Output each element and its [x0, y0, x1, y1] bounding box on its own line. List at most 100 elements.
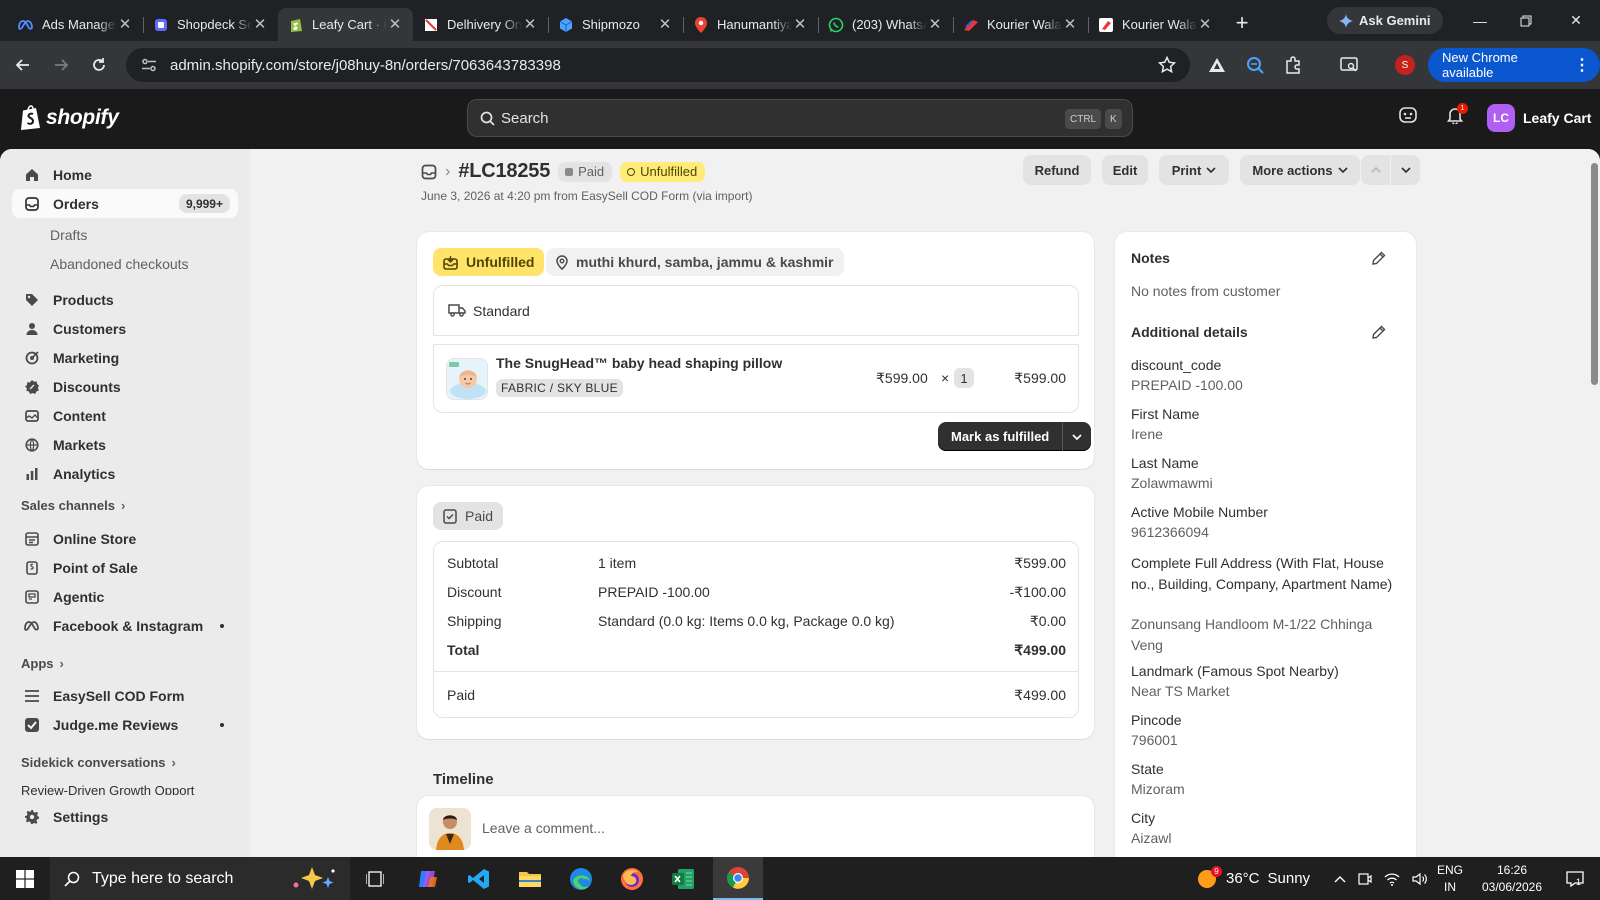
sidebar-item-home[interactable]: Home	[12, 160, 238, 189]
orders-breadcrumb-icon[interactable]	[421, 164, 437, 180]
page-scrollbar[interactable]	[1588, 149, 1600, 857]
next-order-button[interactable]	[1391, 155, 1420, 185]
line-item-row[interactable]: The SnugHead™ baby head shaping pillow F…	[433, 344, 1079, 413]
sidekick-chat-icon[interactable]	[1399, 106, 1417, 124]
address-bar[interactable]: admin.shopify.com/store/j08huy-8n/orders…	[126, 48, 1190, 82]
browser-tab[interactable]: Kourier Wala ✕	[953, 8, 1088, 41]
detail-label: Pincode	[1131, 712, 1182, 728]
close-icon[interactable]: ✕	[117, 16, 133, 33]
shopify-logo[interactable]: shopify	[20, 105, 119, 130]
new-chrome-available-button[interactable]: New Chrome available ⋮	[1428, 48, 1600, 82]
extensions-puzzle-icon[interactable]	[1277, 49, 1309, 81]
edit-notes-pencil-icon[interactable]	[1372, 251, 1386, 265]
restore-button[interactable]	[1503, 0, 1549, 41]
windows-start-button[interactable]	[0, 857, 50, 900]
close-icon[interactable]: ✕	[927, 16, 943, 33]
weather-widget[interactable]: 9 36°C Sunny	[1196, 857, 1310, 900]
sidebar-item-point-of-sale[interactable]: Point of Sale	[12, 553, 238, 582]
sidebar-item-discounts[interactable]: Discounts	[12, 372, 238, 401]
browser-tab[interactable]: Shipmozo ✕	[548, 8, 683, 41]
taskbar-search-box[interactable]: Type here to search	[50, 857, 350, 900]
sidebar-item-drafts[interactable]: Drafts	[50, 227, 87, 243]
refund-button[interactable]: Refund	[1023, 155, 1091, 185]
close-icon[interactable]: ✕	[1062, 16, 1078, 33]
chrome-profile-avatar[interactable]: S	[1395, 55, 1415, 75]
sidebar-item-easysell[interactable]: EasySell COD Form	[12, 681, 238, 710]
bookmark-star-icon[interactable]	[1158, 56, 1176, 74]
sidebar-item-analytics[interactable]: Analytics	[12, 459, 238, 488]
ask-gemini-button[interactable]: Ask Gemini	[1327, 7, 1443, 34]
firefox-browser-icon[interactable]	[608, 857, 656, 900]
sidekick-conversation-item[interactable]: Review-Driven Growth Opport	[21, 783, 231, 795]
minimize-button[interactable]: —	[1457, 0, 1503, 41]
paid-label: Paid	[465, 508, 494, 524]
sidebar-item-customers[interactable]: Customers	[12, 314, 238, 343]
sidekick-conversations-section[interactable]: Sidekick conversations ›	[21, 755, 176, 770]
sidebar-item-products[interactable]: Products	[12, 285, 238, 314]
close-icon[interactable]: ✕	[792, 16, 808, 33]
browser-tab[interactable]: Delhivery One ✕	[413, 8, 548, 41]
tab-search-icon[interactable]	[1333, 49, 1365, 81]
browser-tab[interactable]: (203) WhatsApp ✕	[818, 8, 953, 41]
volume-icon[interactable]	[1412, 872, 1428, 886]
new-tab-button[interactable]: +	[1227, 10, 1257, 36]
sidebar-item-agentic[interactable]: Agentic	[12, 582, 238, 611]
file-explorer-icon[interactable]	[506, 857, 554, 900]
browser-tab-active[interactable]: Leafy Cart · Order ✕	[278, 8, 413, 41]
detail-value: 796001	[1131, 732, 1178, 748]
close-window-button[interactable]: ✕	[1553, 0, 1599, 41]
apps-section[interactable]: Apps ›	[21, 656, 64, 671]
copilot-app-icon[interactable]	[404, 857, 452, 900]
more-actions-button[interactable]: More actions	[1240, 155, 1360, 185]
print-button[interactable]: Print	[1159, 155, 1229, 185]
close-icon[interactable]: ✕	[657, 16, 673, 33]
fulfill-options-button[interactable]	[1063, 433, 1091, 440]
sidebar-item-settings[interactable]: Settings	[12, 802, 238, 831]
task-view-icon[interactable]	[351, 857, 399, 900]
sidebar-item-facebook-instagram[interactable]: Facebook & Instagram	[12, 611, 238, 640]
mark-as-fulfilled-button[interactable]: Mark as fulfilled	[938, 422, 1064, 451]
forward-button[interactable]	[44, 48, 78, 82]
browser-tab[interactable]: Hanumantiya ✕	[683, 8, 818, 41]
scrollbar-thumb[interactable]	[1591, 163, 1598, 385]
chevron-up-icon[interactable]	[1334, 875, 1346, 883]
delhivery-icon	[423, 17, 439, 33]
close-icon[interactable]: ✕	[252, 16, 268, 33]
product-thumbnail[interactable]	[446, 358, 488, 400]
sidebar-item-markets[interactable]: Markets	[12, 430, 238, 459]
sidebar-item-online-store[interactable]: Online Store	[12, 524, 238, 553]
site-info-icon[interactable]	[134, 58, 164, 72]
close-icon[interactable]: ✕	[522, 16, 538, 33]
product-title-link[interactable]: The SnugHead™ baby head shaping pillow	[496, 355, 782, 371]
chrome-browser-icon[interactable]	[713, 857, 763, 900]
meet-now-icon[interactable]	[1358, 872, 1372, 886]
reload-button[interactable]	[82, 48, 116, 82]
sidebar-item-content[interactable]: Content	[12, 401, 238, 430]
sidebar-item-abandoned-checkouts[interactable]: Abandoned checkouts	[50, 256, 189, 272]
vscode-app-icon[interactable]	[455, 857, 503, 900]
comment-input[interactable]: Leave a comment...	[482, 820, 605, 836]
notification-center-button[interactable]: 1	[1556, 857, 1594, 900]
close-icon[interactable]: ✕	[387, 16, 403, 33]
admin-search-input[interactable]: Search CTRL K	[467, 99, 1133, 137]
sidebar-item-orders[interactable]: Orders 9,999+	[12, 189, 238, 218]
edit-button[interactable]: Edit	[1102, 155, 1148, 185]
sales-channels-section[interactable]: Sales channels ›	[21, 498, 125, 513]
previous-order-button[interactable]	[1361, 155, 1390, 185]
close-icon[interactable]: ✕	[1197, 16, 1213, 33]
extension-search-icon[interactable]	[1239, 49, 1271, 81]
extension-triangle-icon[interactable]	[1201, 49, 1233, 81]
sidebar-item-marketing[interactable]: Marketing	[12, 343, 238, 372]
browser-tab[interactable]: Shopdeck Seller ✕	[143, 8, 278, 41]
browser-tab[interactable]: Ads Manager ✕	[8, 8, 143, 41]
browser-tab[interactable]: Kourier Wala ✕	[1088, 8, 1223, 41]
edit-details-pencil-icon[interactable]	[1372, 325, 1386, 339]
back-button[interactable]	[6, 48, 40, 82]
input-language-indicator[interactable]: ENG IN	[1435, 857, 1465, 900]
edge-browser-icon[interactable]	[557, 857, 605, 900]
wifi-icon[interactable]	[1384, 872, 1400, 886]
store-menu-button[interactable]: LC Leafy Cart	[1487, 104, 1591, 132]
excel-app-icon[interactable]	[659, 857, 707, 900]
sidebar-item-judgeme[interactable]: Judge.me Reviews	[12, 710, 238, 739]
clock[interactable]: 16:26 03/06/2026	[1472, 857, 1552, 900]
